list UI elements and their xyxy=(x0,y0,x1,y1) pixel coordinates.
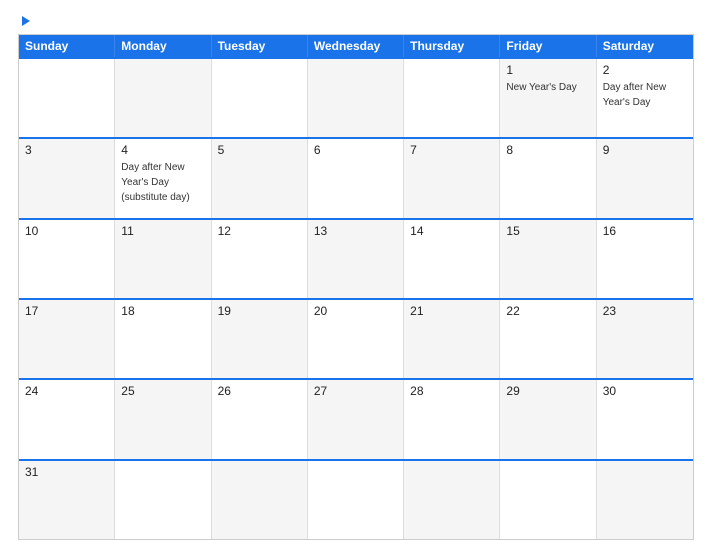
calendar-cell xyxy=(308,59,404,137)
calendar-cell xyxy=(115,461,211,539)
day-number: 22 xyxy=(506,304,589,318)
day-number: 1 xyxy=(506,63,589,77)
calendar-cell: 7 xyxy=(404,139,500,217)
calendar-header-row: SundayMondayTuesdayWednesdayThursdayFrid… xyxy=(19,35,693,57)
calendar-cell: 24 xyxy=(19,380,115,458)
calendar-cell xyxy=(115,59,211,137)
calendar-cell: 12 xyxy=(212,220,308,298)
calendar-week-3: 10 11 12 13 14 15 16 xyxy=(19,218,693,298)
logo-triangle-icon xyxy=(22,16,30,26)
day-number: 17 xyxy=(25,304,108,318)
calendar-cell: 22 xyxy=(500,300,596,378)
calendar-cell: 19 xyxy=(212,300,308,378)
calendar-cell: 15 xyxy=(500,220,596,298)
calendar-body: 1 New Year's Day 2 Day after New Year's Day… xyxy=(19,57,693,539)
calendar-cell: 25 xyxy=(115,380,211,458)
calendar-cell xyxy=(404,461,500,539)
page: SundayMondayTuesdayWednesdayThursdayFrid… xyxy=(0,0,712,550)
calendar-cell: 23 xyxy=(597,300,693,378)
day-number: 27 xyxy=(314,384,397,398)
calendar-cell xyxy=(500,461,596,539)
calendar-week-5: 24 25 26 27 28 29 30 xyxy=(19,378,693,458)
calendar-cell: 14 xyxy=(404,220,500,298)
calendar-cell: 16 xyxy=(597,220,693,298)
day-number: 8 xyxy=(506,143,589,157)
day-number: 12 xyxy=(218,224,301,238)
calendar-cell: 18 xyxy=(115,300,211,378)
calendar-cell xyxy=(597,461,693,539)
event-label: New Year's Day xyxy=(506,82,576,93)
calendar-cell xyxy=(212,59,308,137)
day-number: 4 xyxy=(121,143,204,157)
day-number: 2 xyxy=(603,63,687,77)
calendar-cell xyxy=(308,461,404,539)
day-number: 20 xyxy=(314,304,397,318)
logo xyxy=(18,16,30,26)
day-number: 9 xyxy=(603,143,687,157)
weekday-header-thursday: Thursday xyxy=(404,35,500,57)
day-number: 29 xyxy=(506,384,589,398)
calendar-cell: 21 xyxy=(404,300,500,378)
calendar-week-4: 17 18 19 20 21 22 23 xyxy=(19,298,693,378)
calendar-week-2: 34 Day after New Year's Day (substitute d… xyxy=(19,137,693,217)
calendar-cell: 20 xyxy=(308,300,404,378)
day-number: 26 xyxy=(218,384,301,398)
day-number: 24 xyxy=(25,384,108,398)
calendar-cell: 27 xyxy=(308,380,404,458)
calendar-cell: 11 xyxy=(115,220,211,298)
event-label: Day after New Year's Day (substitute day… xyxy=(121,162,189,203)
calendar-cell xyxy=(212,461,308,539)
day-number: 14 xyxy=(410,224,493,238)
weekday-header-sunday: Sunday xyxy=(19,35,115,57)
calendar-cell: 31 xyxy=(19,461,115,539)
calendar-cell xyxy=(19,59,115,137)
calendar-cell: 28 xyxy=(404,380,500,458)
calendar-cell: 3 xyxy=(19,139,115,217)
day-number: 7 xyxy=(410,143,493,157)
calendar-cell: 29 xyxy=(500,380,596,458)
day-number: 3 xyxy=(25,143,108,157)
calendar-cell: 10 xyxy=(19,220,115,298)
weekday-header-tuesday: Tuesday xyxy=(212,35,308,57)
day-number: 19 xyxy=(218,304,301,318)
calendar-cell: 26 xyxy=(212,380,308,458)
day-number: 18 xyxy=(121,304,204,318)
calendar-cell: 8 xyxy=(500,139,596,217)
day-number: 30 xyxy=(603,384,687,398)
calendar: SundayMondayTuesdayWednesdayThursdayFrid… xyxy=(18,34,694,540)
day-number: 25 xyxy=(121,384,204,398)
day-number: 13 xyxy=(314,224,397,238)
weekday-header-friday: Friday xyxy=(500,35,596,57)
calendar-cell: 2 Day after New Year's Day xyxy=(597,59,693,137)
day-number: 15 xyxy=(506,224,589,238)
day-number: 21 xyxy=(410,304,493,318)
calendar-cell: 4 Day after New Year's Day (substitute da… xyxy=(115,139,211,217)
day-number: 11 xyxy=(121,224,204,238)
event-label: Day after New Year's Day xyxy=(603,82,666,108)
day-number: 23 xyxy=(603,304,687,318)
calendar-cell xyxy=(404,59,500,137)
calendar-cell: 6 xyxy=(308,139,404,217)
day-number: 31 xyxy=(25,465,108,479)
calendar-week-1: 1 New Year's Day 2 Day after New Year's Day xyxy=(19,57,693,137)
weekday-header-saturday: Saturday xyxy=(597,35,693,57)
calendar-week-6: 31 xyxy=(19,459,693,539)
day-number: 28 xyxy=(410,384,493,398)
weekday-header-monday: Monday xyxy=(115,35,211,57)
weekday-header-wednesday: Wednesday xyxy=(308,35,404,57)
day-number: 10 xyxy=(25,224,108,238)
calendar-cell: 1 New Year's Day xyxy=(500,59,596,137)
header xyxy=(18,16,694,26)
calendar-cell: 13 xyxy=(308,220,404,298)
calendar-cell: 5 xyxy=(212,139,308,217)
calendar-cell: 17 xyxy=(19,300,115,378)
calendar-cell: 9 xyxy=(597,139,693,217)
day-number: 5 xyxy=(218,143,301,157)
day-number: 16 xyxy=(603,224,687,238)
calendar-cell: 30 xyxy=(597,380,693,458)
day-number: 6 xyxy=(314,143,397,157)
